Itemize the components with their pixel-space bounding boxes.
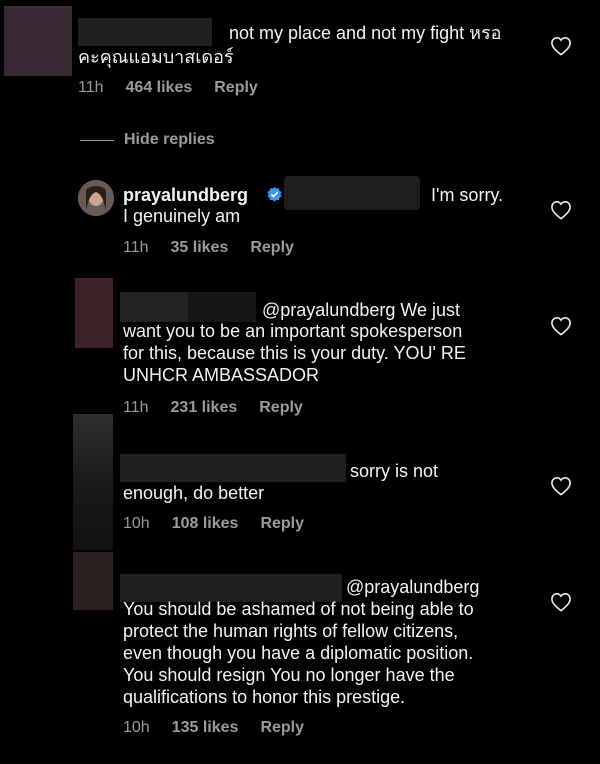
reply-text-line4: UNHCR AMBASSADOR xyxy=(123,365,320,385)
redacted-username xyxy=(120,292,190,322)
reply-text-line3: protect the human rights of fellow citiz… xyxy=(123,621,459,641)
redacted-username-2 xyxy=(188,292,256,322)
timestamp: 11h xyxy=(123,399,149,416)
avatar-image xyxy=(78,180,114,216)
heart-outline-icon[interactable] xyxy=(550,316,572,336)
reply-button[interactable]: Reply xyxy=(259,399,303,417)
heart-outline-icon[interactable] xyxy=(550,592,572,612)
reply-meta: 11h 231 likes Reply xyxy=(123,399,325,417)
reply-text-line2: want you to be an important spokesperson xyxy=(123,321,463,341)
verified-badge-icon xyxy=(267,186,282,202)
comment-meta: 11h 464 likes Reply xyxy=(78,79,280,97)
timestamp: 11h xyxy=(123,239,149,256)
reply-username[interactable]: prayalundberg xyxy=(123,184,248,206)
hide-replies-line xyxy=(80,140,114,141)
timestamp: 10h xyxy=(123,515,150,532)
reply-text-line5: You should resign You no longer have the xyxy=(123,665,455,685)
like-count[interactable]: 231 likes xyxy=(171,399,238,417)
reply-meta: 10h 108 likes Reply xyxy=(123,515,326,533)
like-count[interactable]: 108 likes xyxy=(172,515,239,533)
reply-text-line2: enough, do better xyxy=(123,483,265,503)
reply-meta: 10h 135 likes Reply xyxy=(123,719,326,737)
reply-meta: 11h 35 likes Reply xyxy=(123,239,316,257)
reply-text-line4: even though you have a diplomatic positi… xyxy=(123,643,474,663)
avatar[interactable] xyxy=(75,278,113,348)
reply-text-line1: @prayalundberg We just xyxy=(262,300,461,320)
timestamp: 10h xyxy=(123,719,150,736)
like-count[interactable]: 464 likes xyxy=(126,79,193,97)
redacted-username xyxy=(120,454,346,482)
avatar[interactable] xyxy=(78,180,114,216)
reply-button[interactable]: Reply xyxy=(260,719,304,737)
avatar[interactable] xyxy=(73,552,113,610)
reply-text-line1: sorry is not xyxy=(350,461,439,481)
heart-outline-icon[interactable] xyxy=(550,36,572,56)
reply-text-line2: I genuinely am xyxy=(123,206,241,226)
reply-button[interactable]: Reply xyxy=(250,239,294,257)
reply-text-line3: for this, because this is your duty. YOU… xyxy=(123,343,466,363)
redacted-mention xyxy=(284,176,420,210)
reply-text-line6: qualifications to honor this prestige. xyxy=(123,687,406,707)
hide-replies-button[interactable]: Hide replies xyxy=(124,131,215,149)
reply-button[interactable]: Reply xyxy=(260,515,304,533)
comment-text-line2: คะคุณแอมบาสเดอร์ xyxy=(78,47,234,67)
like-count[interactable]: 135 likes xyxy=(172,719,239,737)
avatar[interactable] xyxy=(73,414,113,550)
like-count[interactable]: 35 likes xyxy=(171,239,229,257)
timestamp: 11h xyxy=(78,79,104,96)
redacted-username xyxy=(78,18,212,46)
avatar[interactable] xyxy=(4,6,72,76)
reply-text-line2: You should be ashamed of not being able … xyxy=(123,599,474,619)
heart-outline-icon[interactable] xyxy=(550,476,572,496)
reply-button[interactable]: Reply xyxy=(214,79,258,97)
heart-outline-icon[interactable] xyxy=(550,200,572,220)
reply-text-line1: @prayalundberg xyxy=(346,577,480,597)
reply-text-line1: I'm sorry. xyxy=(431,185,504,205)
comment-text-line1: not my place and not my fight หรอ xyxy=(229,23,502,43)
